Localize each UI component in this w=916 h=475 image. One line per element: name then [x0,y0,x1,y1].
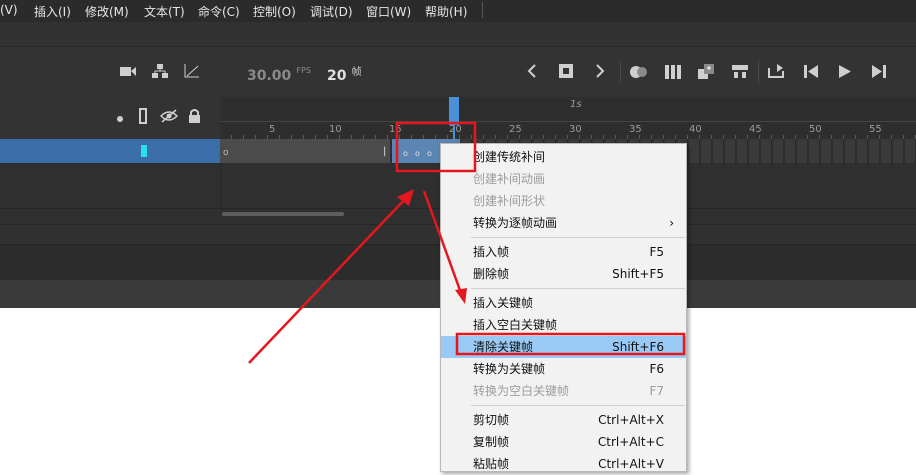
annotation-arrow-line-2 [422,190,463,294]
annotation-box-menu-item [455,332,686,356]
annotation-arrow-line [248,196,408,364]
annotation-arrow-head-2 [455,288,467,304]
annotation-box-frames [395,121,477,173]
annotation-overlay [248,121,686,364]
